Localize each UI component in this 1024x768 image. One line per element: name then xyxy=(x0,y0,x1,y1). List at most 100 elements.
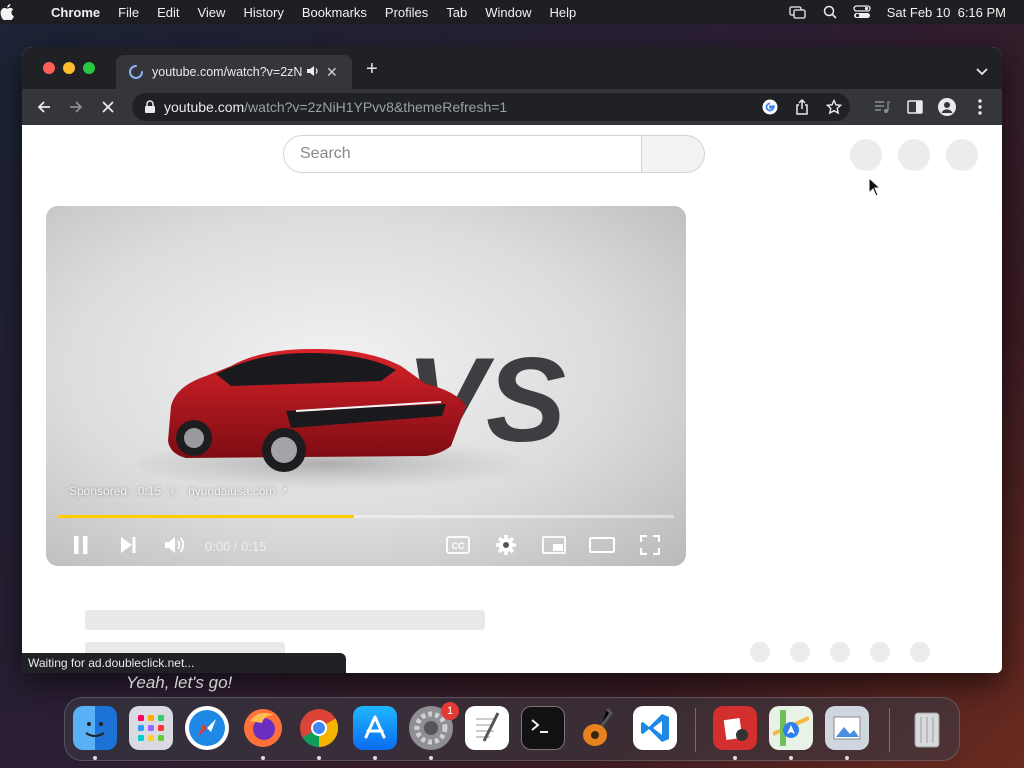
launchpad-icon[interactable] xyxy=(129,706,173,750)
menu-history[interactable]: History xyxy=(234,5,292,20)
system-settings-icon[interactable]: 1 xyxy=(409,702,459,750)
url-path: /watch?v=2zNiH1YPvv8&themeRefresh=1 xyxy=(244,99,508,115)
captions-icon[interactable]: CC xyxy=(445,532,471,558)
url-domain: youtube.com xyxy=(164,99,245,115)
menu-file[interactable]: File xyxy=(109,5,148,20)
trash-icon[interactable] xyxy=(905,706,949,750)
profile-avatar-icon[interactable] xyxy=(937,97,957,117)
share-icon[interactable] xyxy=(786,99,818,115)
firefox-icon[interactable] xyxy=(241,706,285,750)
browser-window: youtube.com/watch?v=2zN ✕ + youtube.com /… xyxy=(22,47,1002,673)
volume-icon[interactable] xyxy=(162,532,188,558)
running-indicator xyxy=(261,756,265,760)
title-placeholder xyxy=(85,610,485,630)
fullscreen-icon[interactable] xyxy=(637,532,663,558)
ad-info-icon[interactable]: ⓘ xyxy=(167,483,178,499)
menu-view[interactable]: View xyxy=(188,5,234,20)
next-icon[interactable] xyxy=(115,532,141,558)
photo-booth-icon[interactable] xyxy=(713,706,757,750)
menu-bar: Chrome File Edit View History Bookmarks … xyxy=(0,0,1024,24)
running-indicator xyxy=(733,756,737,760)
running-indicator xyxy=(429,756,433,760)
action-placeholder-dot xyxy=(870,642,890,662)
dock-separator xyxy=(889,708,890,752)
running-indicator xyxy=(373,756,377,760)
tab-audio-icon[interactable] xyxy=(306,65,320,80)
preview-icon[interactable] xyxy=(825,706,869,750)
browser-toolbar: youtube.com/watch?v=2zNiH1YPvv8&themeRef… xyxy=(22,89,1002,125)
action-placeholder-dot xyxy=(910,642,930,662)
advertiser-link[interactable]: hyundaiusa.com xyxy=(188,484,275,498)
progress-fill xyxy=(58,515,354,518)
tab-close-icon[interactable]: ✕ xyxy=(326,64,338,81)
google-lens-icon[interactable] xyxy=(754,99,786,115)
action-placeholder-dot xyxy=(790,642,810,662)
menu-tab[interactable]: Tab xyxy=(437,5,476,20)
vscode-icon[interactable] xyxy=(633,706,677,750)
pause-icon[interactable] xyxy=(68,532,94,558)
app-store-icon[interactable] xyxy=(353,706,397,750)
sponsored-label: Sponsored · 0:15 xyxy=(69,484,162,498)
tab-search-chevron-icon[interactable] xyxy=(976,63,988,81)
video-player[interactable]: VS Sponsored · 0:15 ⓘ hyundaiusa.com ↗ 0… xyxy=(46,206,686,566)
ad-info: Sponsored · 0:15 ⓘ hyundaiusa.com ↗ xyxy=(69,483,288,499)
captions-label: CC xyxy=(452,541,465,551)
menu-app-name[interactable]: Chrome xyxy=(42,5,109,20)
chrome-icon[interactable] xyxy=(297,706,341,750)
spotlight-search-icon[interactable] xyxy=(815,5,845,19)
forward-arrow-icon[interactable] xyxy=(66,97,86,117)
finder-icon[interactable] xyxy=(73,706,117,750)
player-controls: 0:00 / 0:15 CC xyxy=(46,524,686,566)
minimize-window-button[interactable] xyxy=(63,62,75,74)
youtube-search-button[interactable] xyxy=(641,135,705,173)
action-placeholder-dot xyxy=(830,642,850,662)
bookmark-star-icon[interactable] xyxy=(818,99,850,115)
textedit-icon[interactable] xyxy=(465,706,509,750)
control-center-icon[interactable] xyxy=(845,5,879,19)
header-placeholder-circle xyxy=(898,139,930,171)
safari-icon[interactable] xyxy=(185,706,229,750)
garageband-icon[interactable] xyxy=(577,706,621,750)
zoom-window-button[interactable] xyxy=(83,62,95,74)
media-controls-icon[interactable] xyxy=(872,97,892,117)
header-placeholder-circle xyxy=(946,139,978,171)
side-panel-icon[interactable] xyxy=(905,97,925,117)
more-menu-icon[interactable] xyxy=(970,97,990,117)
apple-icon[interactable] xyxy=(0,4,42,20)
tab-youtube[interactable]: youtube.com/watch?v=2zN ✕ xyxy=(116,55,352,89)
menu-window[interactable]: Window xyxy=(476,5,540,20)
loading-spinner-icon xyxy=(129,65,143,79)
menu-help[interactable]: Help xyxy=(541,5,586,20)
dock: 1 xyxy=(64,697,960,761)
menu-edit[interactable]: Edit xyxy=(148,5,188,20)
notification-badge: 1 xyxy=(441,702,459,720)
running-indicator xyxy=(317,756,321,760)
running-indicator xyxy=(845,756,849,760)
address-bar[interactable]: youtube.com/watch?v=2zNiH1YPvv8&themeRef… xyxy=(132,93,850,121)
menu-bookmarks[interactable]: Bookmarks xyxy=(293,5,376,20)
settings-gear-icon[interactable] xyxy=(493,532,519,558)
stop-loading-icon[interactable] xyxy=(98,97,118,117)
menu-profiles[interactable]: Profiles xyxy=(376,5,437,20)
close-window-button[interactable] xyxy=(43,62,55,74)
terminal-icon[interactable] xyxy=(521,706,565,750)
maps-icon[interactable] xyxy=(769,706,813,750)
progress-bar[interactable] xyxy=(58,515,674,518)
menu-clock[interactable]: Sat Feb 10 6:16 PM xyxy=(879,5,1024,20)
tab-strip: youtube.com/watch?v=2zN ✕ + xyxy=(22,47,1002,89)
video-frame: VS xyxy=(136,333,566,490)
youtube-search-input[interactable]: Search xyxy=(283,135,641,173)
lock-icon[interactable] xyxy=(144,100,156,114)
external-link-icon[interactable]: ↗ xyxy=(279,486,287,497)
time-display: 0:00 / 0:15 xyxy=(205,539,267,554)
new-tab-button[interactable]: + xyxy=(366,59,378,79)
caption-subtitle: Yeah, let's go! xyxy=(126,673,233,692)
back-arrow-icon[interactable] xyxy=(34,97,54,117)
dock-separator xyxy=(695,708,696,752)
header-placeholder-circle xyxy=(850,139,882,171)
running-indicator xyxy=(789,756,793,760)
theater-mode-icon[interactable] xyxy=(589,532,615,558)
miniplayer-icon[interactable] xyxy=(541,532,567,558)
screen-mirroring-icon[interactable] xyxy=(781,5,815,19)
mouse-cursor-icon xyxy=(868,177,882,197)
